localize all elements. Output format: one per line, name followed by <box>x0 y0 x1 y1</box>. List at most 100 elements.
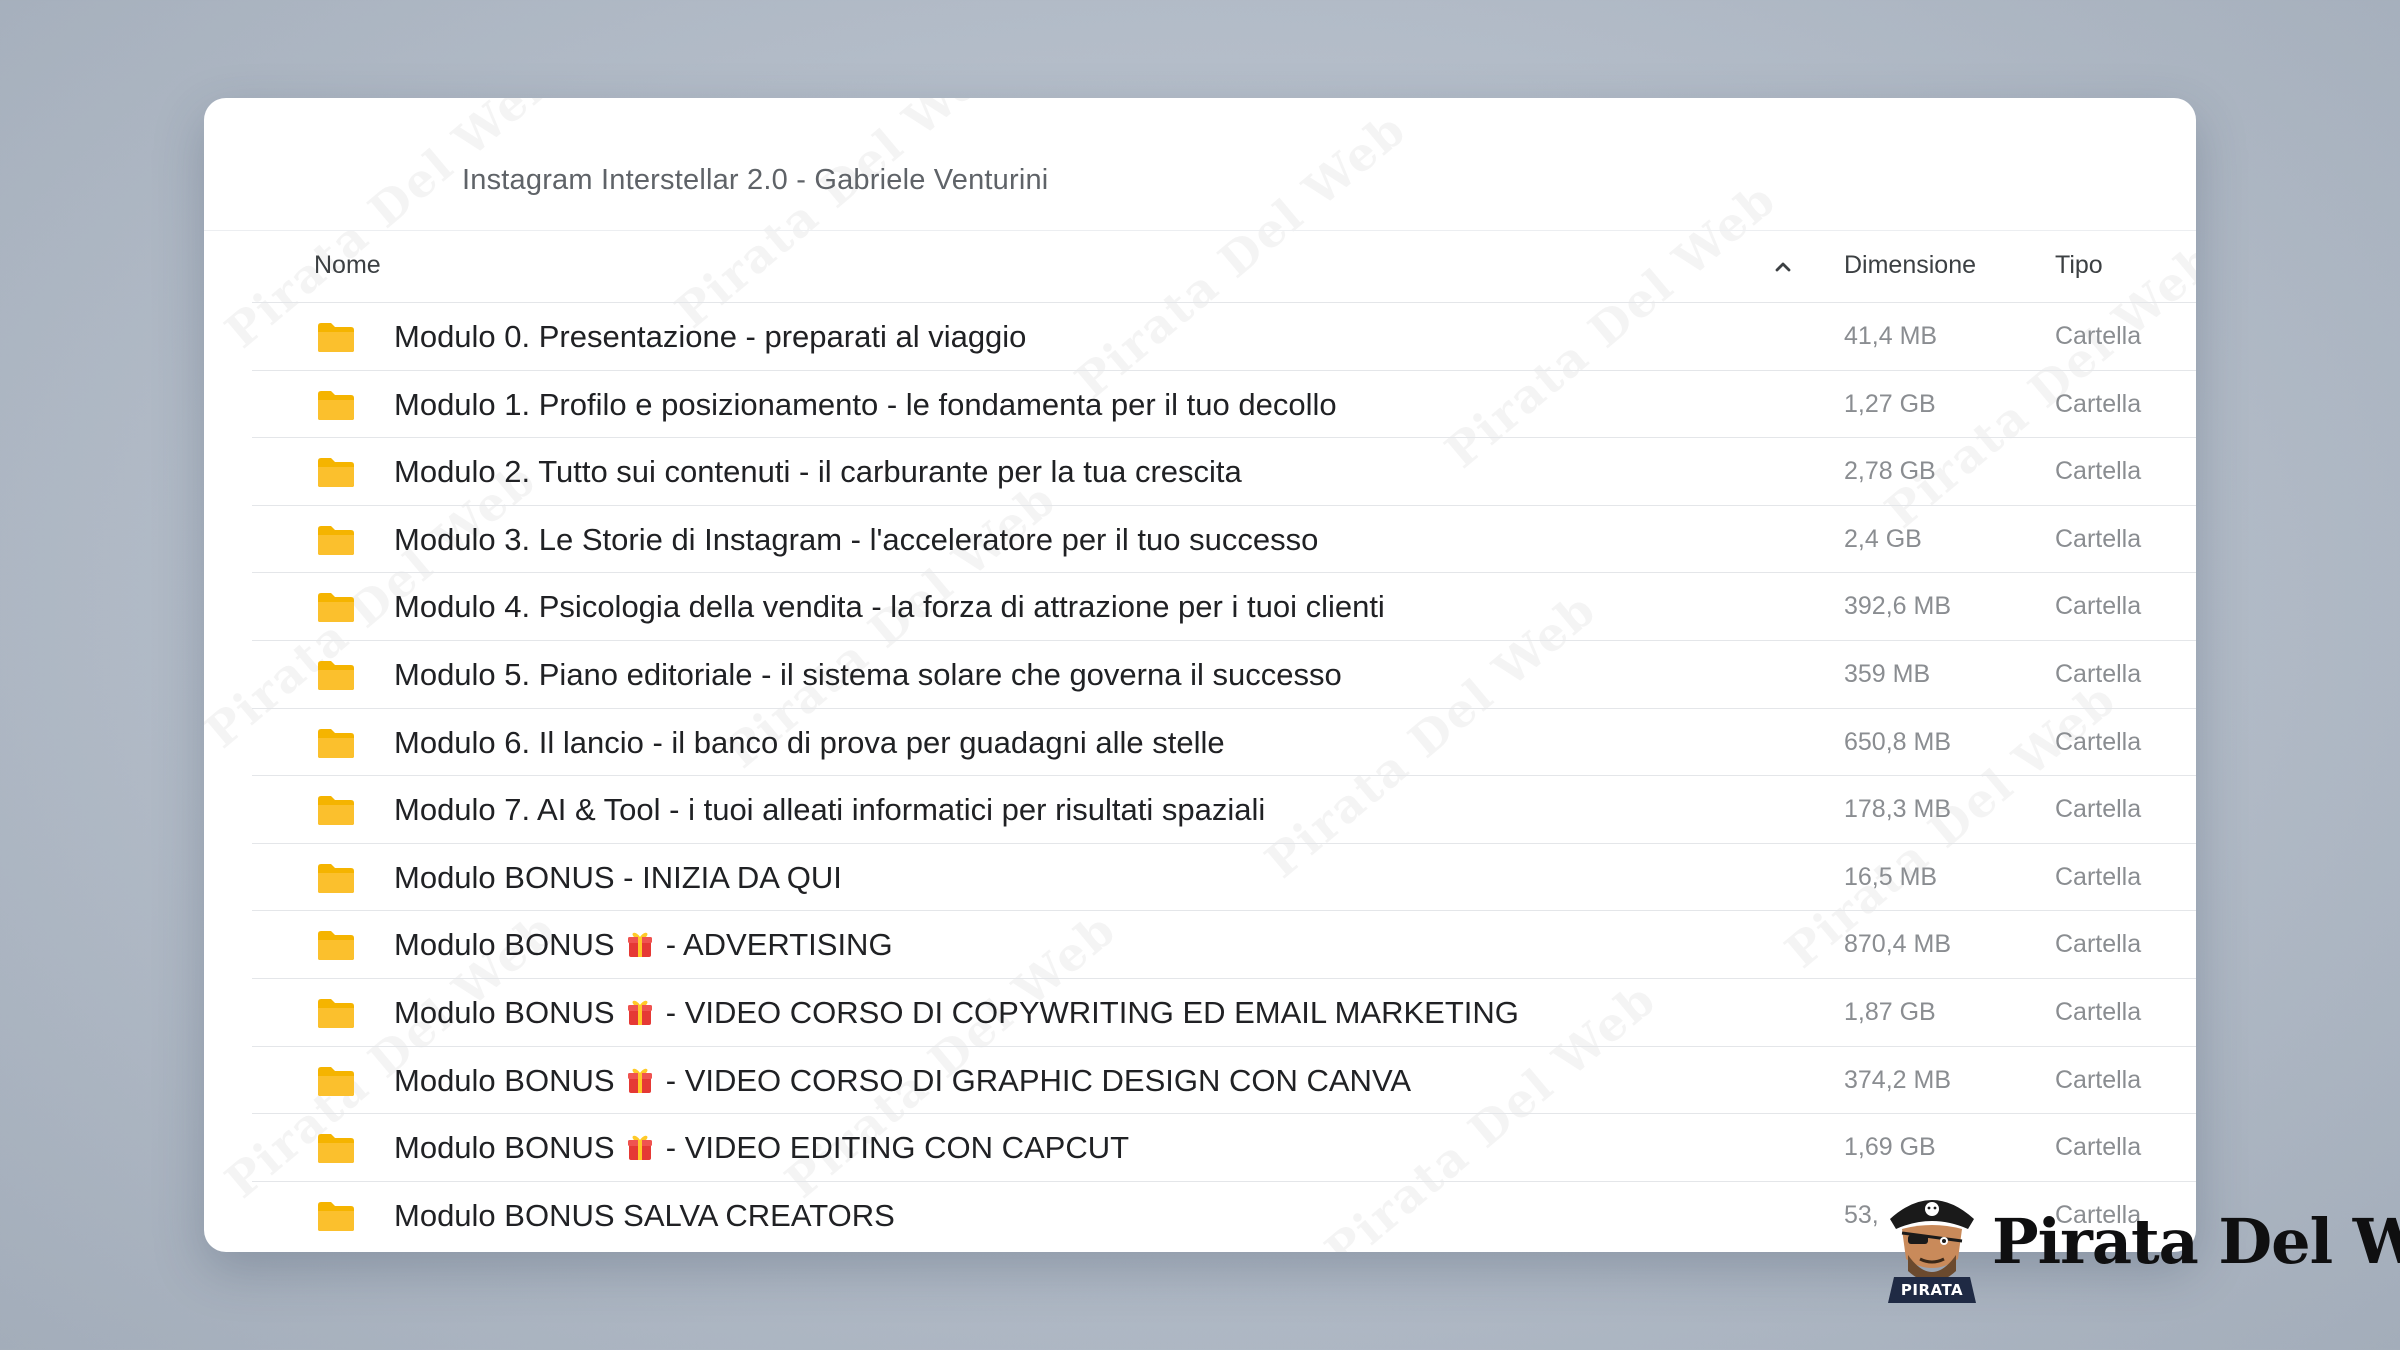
folder-type: Cartella <box>2055 795 2142 824</box>
table-row[interactable]: Modulo BONUS - ADVERTISING 870,4 MB Cartel… <box>252 910 2196 978</box>
gift-icon <box>627 1066 653 1094</box>
folder-icon <box>316 456 356 489</box>
file-browser-window: Pirata Del Web Pirata Del Web Pirata Del… <box>204 98 2196 1252</box>
table-row[interactable]: Modulo 4. Psicologia della vendita - la … <box>252 572 2196 640</box>
folder-name[interactable]: Modulo 4. Psicologia della vendita - la … <box>394 589 1385 625</box>
folder-name-text: Modulo BONUS <box>394 1062 624 1098</box>
folder-name[interactable]: Modulo BONUS - ADVERTISING <box>394 927 893 963</box>
column-header-type[interactable]: Tipo <box>2055 251 2103 280</box>
folder-size: 53, <box>1844 1200 1879 1229</box>
folder-name-text: Modulo 3. Le Storie di Instagram - l'acc… <box>394 521 1319 557</box>
folder-type: Cartella <box>2055 1133 2142 1162</box>
folder-name[interactable]: Modulo BONUS - VIDEO CORSO DI GRAPHIC DE… <box>394 1063 1411 1099</box>
folder-name[interactable]: Modulo 6. Il lancio - il banco di prova … <box>394 725 1225 761</box>
folder-type: Cartella <box>2055 524 2142 553</box>
table-row[interactable]: Modulo 1. Profilo e posizionamento - le … <box>252 369 2196 438</box>
folder-icon <box>316 389 356 422</box>
folder-name-text: Modulo 2. Tutto sui contenuti - il carbu… <box>394 454 1242 490</box>
folder-path-title: Instagram Interstellar 2.0 - Gabriele Ve… <box>462 164 1049 196</box>
folder-size: 1,69 GB <box>1844 1133 1936 1162</box>
gift-icon <box>627 930 653 958</box>
pirate-mascot-icon: PIRATA <box>1880 1185 1984 1305</box>
folder-type: Cartella <box>2055 659 2142 688</box>
folder-name[interactable]: Modulo 3. Le Storie di Instagram - l'acc… <box>394 522 1318 558</box>
folder-size: 2,4 GB <box>1844 524 1922 553</box>
folder-name-text: Modulo 1. Profilo e posizionamento - le … <box>394 386 1337 422</box>
folder-name-text: Modulo BONUS <box>394 994 624 1030</box>
folder-name-suffix: - VIDEO CORSO DI COPYWRITING ED EMAIL MA… <box>657 994 1519 1030</box>
folder-name[interactable]: Modulo BONUS - VIDEO CORSO DI COPYWRITIN… <box>394 995 1519 1031</box>
folder-size: 1,27 GB <box>1844 389 1936 418</box>
folder-name[interactable]: Modulo 2. Tutto sui contenuti - il carbu… <box>394 454 1242 490</box>
folder-size: 178,3 MB <box>1844 795 1952 824</box>
folder-size: 870,4 MB <box>1844 930 1952 959</box>
folder-name[interactable]: Modulo BONUS - INIZIA DA QUI <box>394 860 842 896</box>
table-row[interactable]: Modulo 0. Presentazione - preparati al v… <box>252 302 2196 370</box>
logo-badge-text: PIRATA <box>1900 1281 1964 1299</box>
folder-icon <box>316 997 356 1030</box>
folder-name[interactable]: Modulo BONUS - VIDEO EDITING CON CAPCUT <box>394 1130 1129 1166</box>
folder-name-text: Modulo BONUS SALVA CREATORS <box>394 1197 895 1233</box>
table-row[interactable]: Modulo BONUS - VIDEO CORSO DI GRAPHIC DE… <box>252 1045 2196 1114</box>
folder-size: 359 MB <box>1844 659 1931 688</box>
folder-size: 16,5 MB <box>1844 862 1938 891</box>
table-header: Nome Dimensione Tipo <box>204 230 2196 303</box>
folder-type: Cartella <box>2055 862 2142 891</box>
table-row[interactable]: Modulo BONUS - VIDEO EDITING CON CAPCUT 1… <box>252 1113 2196 1181</box>
folder-size: 374,2 MB <box>1844 1065 1952 1094</box>
folder-type: Cartella <box>2055 997 2142 1026</box>
table-row[interactable]: Modulo 3. Le Storie di Instagram - l'acc… <box>252 504 2196 573</box>
folder-icon <box>316 1132 356 1165</box>
folder-icon <box>316 524 356 557</box>
folder-name-text: Modulo BONUS <box>394 1130 624 1166</box>
folder-name-text: Modulo 7. AI & Tool - i tuoi alleati inf… <box>394 792 1266 828</box>
folder-name[interactable]: Modulo 7. AI & Tool - i tuoi alleati inf… <box>394 792 1265 828</box>
folder-type: Cartella <box>2055 592 2142 621</box>
folder-type: Cartella <box>2055 1065 2142 1094</box>
folder-icon <box>316 659 356 692</box>
folder-name[interactable]: Modulo 1. Profilo e posizionamento - le … <box>394 387 1337 423</box>
pirata-del-web-logo: PIRATA Pirata Del Web <box>1880 1185 2400 1305</box>
folder-name[interactable]: Modulo 5. Piano editoriale - il sistema … <box>394 657 1342 693</box>
folder-size: 1,87 GB <box>1844 997 1936 1026</box>
folder-name-text: Modulo 4. Psicologia della vendita - la … <box>394 589 1385 625</box>
table-row[interactable]: Modulo 6. Il lancio - il banco di prova … <box>252 707 2196 776</box>
folder-name-suffix: - ADVERTISING <box>657 927 893 963</box>
gift-icon <box>627 998 653 1026</box>
table-row[interactable]: Modulo 7. AI & Tool - i tuoi alleati inf… <box>252 775 2196 843</box>
logo-wordmark: Pirata Del Web <box>1992 1205 2400 1278</box>
folder-name-text: Modulo BONUS <box>394 927 624 963</box>
folder-name-text: Modulo 0. Presentazione - preparati al v… <box>394 319 1027 354</box>
gift-icon <box>627 1133 653 1161</box>
column-header-name[interactable]: Nome <box>314 251 381 280</box>
table-row[interactable]: Modulo 2. Tutto sui contenuti - il carbu… <box>252 437 2196 505</box>
folder-icon <box>316 862 356 895</box>
folder-type: Cartella <box>2055 930 2142 959</box>
folder-size: 650,8 MB <box>1844 727 1952 756</box>
folder-name[interactable]: Modulo 0. Presentazione - preparati al v… <box>394 319 1026 355</box>
chevron-up-icon[interactable] <box>1769 253 1797 281</box>
column-header-size[interactable]: Dimensione <box>1844 251 1976 280</box>
folder-name[interactable]: Modulo BONUS SALVA CREATORS <box>394 1198 895 1234</box>
folder-icon <box>316 727 356 760</box>
folder-name-suffix: - VIDEO CORSO DI GRAPHIC DESIGN CON CANV… <box>657 1062 1411 1098</box>
folder-name-text: Modulo 6. Il lancio - il banco di prova … <box>394 724 1225 760</box>
folder-name-text: Modulo 5. Piano editoriale - il sistema … <box>394 656 1342 692</box>
folder-icon <box>316 929 356 962</box>
table-row[interactable]: Modulo BONUS - INIZIA DA QUI 16,5 MB Carte… <box>252 842 2196 911</box>
folder-icon <box>316 321 356 354</box>
folder-size: 392,6 MB <box>1844 592 1952 621</box>
folder-icon <box>316 1200 356 1233</box>
folder-type: Cartella <box>2055 322 2142 350</box>
folder-name-suffix: - VIDEO EDITING CON CAPCUT <box>657 1130 1130 1166</box>
file-list: Modulo 0. Presentazione - preparati al v… <box>252 302 2196 1248</box>
folder-type: Cartella <box>2055 457 2142 486</box>
folder-size: 2,78 GB <box>1844 457 1936 486</box>
folder-icon <box>316 1065 356 1098</box>
folder-type: Cartella <box>2055 389 2142 418</box>
folder-icon <box>316 794 356 827</box>
folder-icon <box>316 591 356 624</box>
table-row[interactable]: Modulo BONUS - VIDEO CORSO DI COPYWRITIN… <box>252 977 2196 1046</box>
folder-type: Cartella <box>2055 727 2142 756</box>
table-row[interactable]: Modulo 5. Piano editoriale - il sistema … <box>252 639 2196 708</box>
